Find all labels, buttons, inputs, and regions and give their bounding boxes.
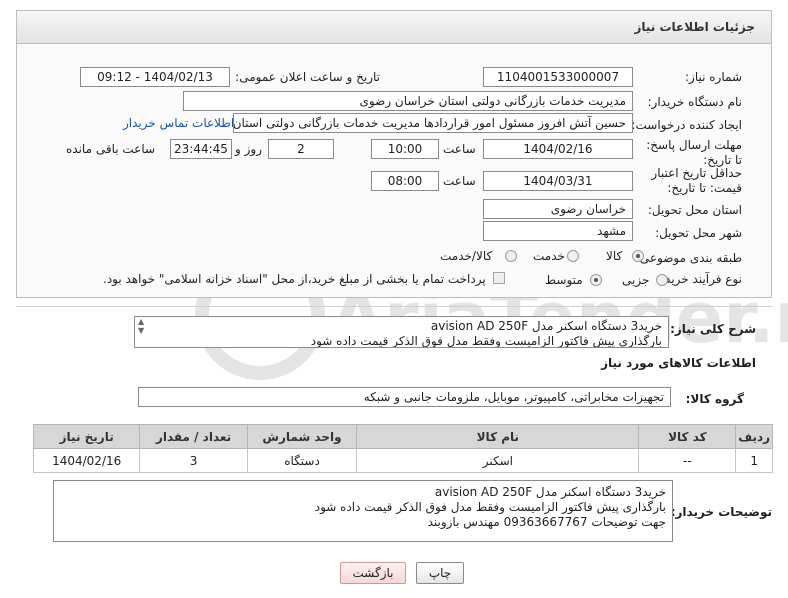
col-quantity: تعداد / مقدار <box>139 424 248 449</box>
announce-field: 1404/02/13 - 09:12 <box>80 67 230 87</box>
table-header-row: ردیف کد کالا نام کالا واحد شمارش تعداد /… <box>32 424 773 449</box>
deadline-time-label: ساعت <box>443 142 476 156</box>
items-table: ردیف کد کالا نام کالا واحد شمارش تعداد /… <box>32 424 773 473</box>
category-service-label: خدمت <box>533 249 565 263</box>
creator-label: ایجاد کننده درخواست: <box>631 118 742 132</box>
cell-item-code: -- <box>638 448 737 473</box>
panel-header: جزئیات اطلاعات نیاز <box>16 10 772 44</box>
section-divider <box>16 306 772 307</box>
city-label: شهر محل تحویل: <box>655 226 742 240</box>
validity-time-field: 08:00 <box>371 171 439 191</box>
validity-date-field: 1404/03/31 <box>483 171 633 191</box>
description-textarea: خرید3 دستگاه اسکنر مدل avision AD 250F ب… <box>134 316 669 348</box>
page-title: جزئیات اطلاعات نیاز <box>634 20 755 34</box>
need-number-label: شماره نیاز: <box>685 70 742 84</box>
process-label: نوع فرآیند خرید : <box>657 272 742 286</box>
buyer-org-field: مدیریت خدمات بازرگانی دولتی استان خراسان… <box>183 91 633 111</box>
province-label: استان محل تحویل: <box>647 203 742 217</box>
province-field: خراسان رضوی <box>483 199 633 219</box>
col-need-date: تاریخ نیاز <box>32 424 141 449</box>
table-row: 1 -- اسکنر دستگاه 3 1404/02/16 <box>32 448 773 473</box>
category-label: طبقه بندی موضوعی: <box>635 251 742 265</box>
process-minor-label: جزیی <box>622 273 650 287</box>
deadline-label: مهلت ارسال پاسخ: تا تاریخ: <box>646 138 742 167</box>
days-label: روز و <box>235 142 262 156</box>
process-medium-label: متوسط <box>545 273 583 287</box>
validity-time-label: ساعت <box>443 174 476 188</box>
goods-group-field: تجهیزات مخابراتی، کامپیوتر، موبایل، ملزو… <box>138 387 671 407</box>
col-item-name: نام کالا <box>356 424 640 449</box>
category-goods-label: کالا <box>606 249 623 263</box>
category-goods-radio[interactable] <box>632 250 644 262</box>
process-medium-radio[interactable] <box>590 274 602 286</box>
need-number-field: 1104001533000007 <box>483 67 633 87</box>
description-label: شرح کلی نیاز: <box>670 322 756 336</box>
category-service-radio[interactable] <box>567 250 579 262</box>
cell-row-number: 1 <box>735 448 773 473</box>
creator-field: حسین آتش افروز مسئول امور قراردادها مدیر… <box>233 113 633 133</box>
cell-item-name: اسکنر <box>356 448 640 473</box>
col-item-code: کد کالا <box>638 424 737 449</box>
process-minor-radio[interactable] <box>656 274 668 286</box>
cell-quantity: 3 <box>139 448 248 473</box>
remaining-time-field: 23:44:45 <box>170 139 232 159</box>
validity-label: حداقل تاریخ اعتبار قیمت: تا تاریخ: <box>651 166 742 195</box>
scroll-arrows-icon[interactable]: ▲ ▼ <box>138 317 144 335</box>
buyer-notes-textarea: خرید3 دستگاه اسکنر مدل avision AD 250F ب… <box>53 480 673 542</box>
city-field: مشهد <box>483 221 633 241</box>
payment-note: پرداخت تمام یا بخشی از مبلغ خرید،از محل … <box>103 272 486 286</box>
remaining-label: ساعت باقی مانده <box>66 142 156 156</box>
cell-need-date: 1404/02/16 <box>32 448 141 473</box>
col-unit: واحد شمارش <box>246 424 358 449</box>
buyer-org-label: نام دستگاه خریدار: <box>647 95 743 109</box>
announce-label: تاریخ و ساعت اعلان عمومی: <box>235 70 380 84</box>
col-row-number: ردیف <box>735 424 773 449</box>
category-both-label: کالا/خدمت <box>440 249 493 263</box>
cell-unit: دستگاه <box>246 448 358 473</box>
days-field: 2 <box>268 139 334 159</box>
deadline-time-field: 10:00 <box>371 139 439 159</box>
contact-info-link[interactable]: اطلاعات تماس خریدار <box>123 116 234 130</box>
goods-section-title: اطلاعات کالاهای مورد نیاز <box>601 356 756 370</box>
back-button[interactable]: بازگشت <box>340 562 406 584</box>
print-button[interactable]: چاپ <box>416 562 464 584</box>
buyer-notes-label: توضیحات خریدار: <box>670 505 772 519</box>
treasury-checkbox[interactable] <box>493 272 505 284</box>
category-both-radio[interactable] <box>505 250 517 262</box>
deadline-date-field: 1404/02/16 <box>483 139 633 159</box>
goods-group-label: گروه کالا: <box>685 392 744 406</box>
